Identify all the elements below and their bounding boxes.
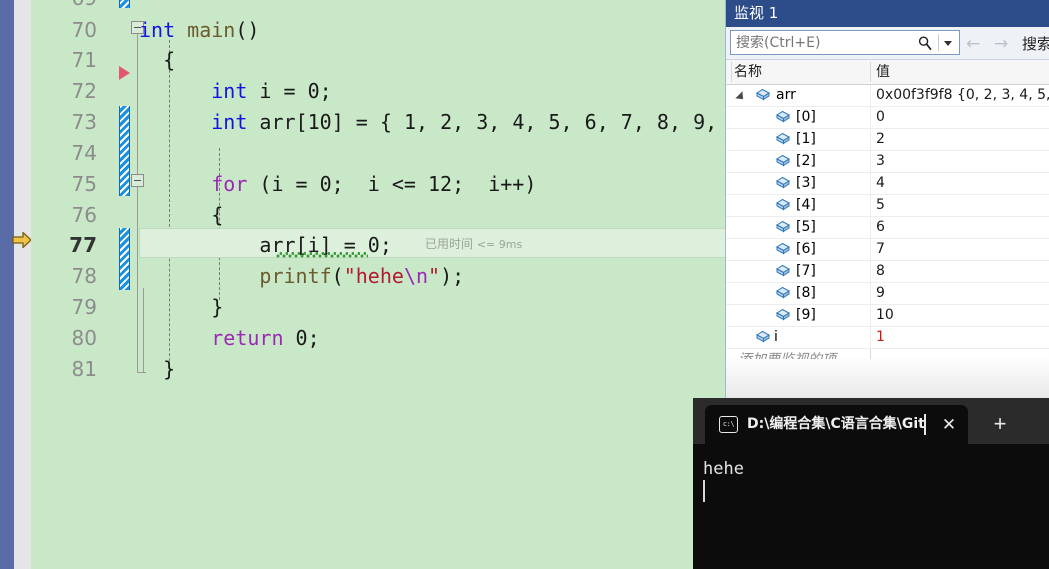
variable-icon [776, 110, 790, 123]
watch-name: [0] [796, 109, 816, 125]
error-squiggle [276, 252, 368, 258]
table-row[interactable]: i 1 [726, 327, 1049, 349]
search-box[interactable] [730, 30, 960, 55]
code-line: int main() [139, 18, 260, 42]
variable-icon [776, 264, 790, 277]
watch-value[interactable]: 8 [876, 261, 885, 282]
code-line: int i = 0; [211, 79, 332, 103]
code-line: return 0; [211, 326, 320, 350]
code-line: for (i = 0; i <= 12; i++) [211, 172, 537, 196]
watch-name: arr [776, 87, 796, 103]
terminal-cursor [703, 480, 705, 502]
watch-value[interactable]: 2 [876, 129, 885, 150]
nav-forward-icon[interactable]: → [994, 34, 1008, 54]
variable-icon [776, 132, 790, 145]
variable-icon [776, 154, 790, 167]
new-tab-icon[interactable]: + [983, 405, 1017, 443]
perf-tip: 已用时间 <= 9ms [425, 234, 522, 254]
code-line: printf("hehe\n"); [259, 264, 465, 288]
perf-tip-label: 已用时间 [425, 237, 474, 251]
code-line: } [139, 357, 176, 381]
run-to-cursor-icon[interactable] [119, 66, 130, 80]
editor-left-strip [0, 0, 14, 569]
current-execution-arrow-icon [12, 231, 32, 249]
terminal-output-line: hehe [703, 459, 744, 479]
table-row[interactable]: [6] 7 [726, 239, 1049, 261]
search-options-dropdown-icon[interactable] [938, 34, 957, 51]
watch-name: [3] [796, 175, 816, 191]
terminal-prompt-line [703, 480, 1049, 508]
code-line: { [139, 48, 176, 72]
code-line: int arr[10] = { 1, 2, 3, 4, 5, 6, 7, 8, … [211, 110, 789, 134]
watch-value[interactable]: 4 [876, 173, 885, 194]
variable-icon [776, 176, 790, 189]
table-row[interactable]: arr 0x00f3f9f8 {0, 2, 3, 4, 5, 6, 7 [726, 85, 1049, 107]
watch-toolbar[interactable]: ← → 搜索 [726, 27, 1049, 60]
watch-name: [4] [796, 197, 816, 213]
watch-value[interactable]: 7 [876, 239, 885, 260]
table-row[interactable]: [7] 8 [726, 261, 1049, 283]
watch-name: [2] [796, 153, 816, 169]
column-header-name[interactable]: 名称 [734, 60, 762, 84]
table-row[interactable]: [5] 6 [726, 217, 1049, 239]
nav-back-icon[interactable]: ← [966, 34, 980, 54]
code-line: } [139, 295, 224, 319]
watch-value[interactable]: 6 [876, 217, 885, 238]
terminal-output[interactable]: hehe [693, 444, 1049, 569]
watch-window[interactable]: 监视 1 ← → 搜索 名称 值 arr 0x [725, 0, 1049, 399]
variable-icon [776, 286, 790, 299]
terminal-tab-bar[interactable]: c:\ D:\编程合集\C语言合集\Git远 ✕ + [693, 398, 1049, 444]
watch-name: i [774, 329, 778, 345]
variable-icon [756, 88, 770, 101]
change-bar [119, 106, 130, 196]
watch-name: [7] [796, 263, 816, 279]
watch-window-title: 监视 1 [726, 0, 1049, 27]
table-row[interactable]: [1] 2 [726, 129, 1049, 151]
watch-value[interactable]: 0x00f3f9f8 {0, 2, 3, 4, 5, 6, 7 [876, 85, 1049, 106]
watch-name: [6] [796, 241, 816, 257]
perf-tip-value: <= 9ms [476, 238, 523, 251]
watch-value[interactable]: 0 [876, 107, 885, 128]
variable-icon [776, 242, 790, 255]
search-icon[interactable] [917, 35, 933, 51]
table-row[interactable]: [8] 9 [726, 283, 1049, 305]
watch-name: [1] [796, 131, 816, 147]
table-row[interactable]: [9] 10 [726, 305, 1049, 327]
tab-title-caret [924, 414, 926, 435]
close-icon[interactable]: ✕ [930, 405, 968, 444]
watch-name: [5] [796, 219, 816, 235]
change-bar [119, 0, 130, 8]
watch-value-changed[interactable]: 1 [876, 327, 885, 348]
variable-icon [756, 330, 770, 343]
watch-empty-area [726, 359, 1049, 399]
terminal-tab-title: D:\编程合集\C语言合集\Git远 [747, 416, 925, 432]
expander-icon[interactable] [735, 91, 747, 103]
code-line: { [139, 203, 224, 227]
variable-icon [776, 220, 790, 233]
watch-rows[interactable]: arr 0x00f3f9f8 {0, 2, 3, 4, 5, 6, 7 [0] … [726, 85, 1049, 372]
table-row[interactable]: [0] 0 [726, 107, 1049, 129]
watch-value[interactable]: 3 [876, 151, 885, 172]
watch-value[interactable]: 9 [876, 283, 885, 304]
search-input[interactable] [731, 31, 926, 54]
terminal-panel[interactable]: c:\ D:\编程合集\C语言合集\Git远 ✕ + hehe [693, 398, 1049, 569]
change-bar [119, 228, 130, 290]
table-row[interactable]: [2] 3 [726, 151, 1049, 173]
console-icon: c:\ [719, 416, 738, 433]
editor-indicator-margin[interactable] [14, 0, 31, 569]
fold-guide-line [137, 34, 138, 372]
table-row[interactable]: [4] 5 [726, 195, 1049, 217]
variable-icon [776, 308, 790, 321]
table-row[interactable]: [3] 4 [726, 173, 1049, 195]
watch-value[interactable]: 5 [876, 195, 885, 216]
watch-name: [8] [796, 285, 816, 301]
variable-icon [776, 198, 790, 211]
watch-column-headers: 名称 值 [726, 60, 1049, 85]
column-header-value[interactable]: 值 [876, 60, 890, 84]
watch-name: [9] [796, 307, 816, 323]
terminal-tab[interactable]: c:\ D:\编程合集\C语言合集\Git远 ✕ [705, 405, 968, 444]
watch-value[interactable]: 10 [876, 305, 894, 326]
toolbar-search-label: 搜索 [1022, 35, 1049, 53]
